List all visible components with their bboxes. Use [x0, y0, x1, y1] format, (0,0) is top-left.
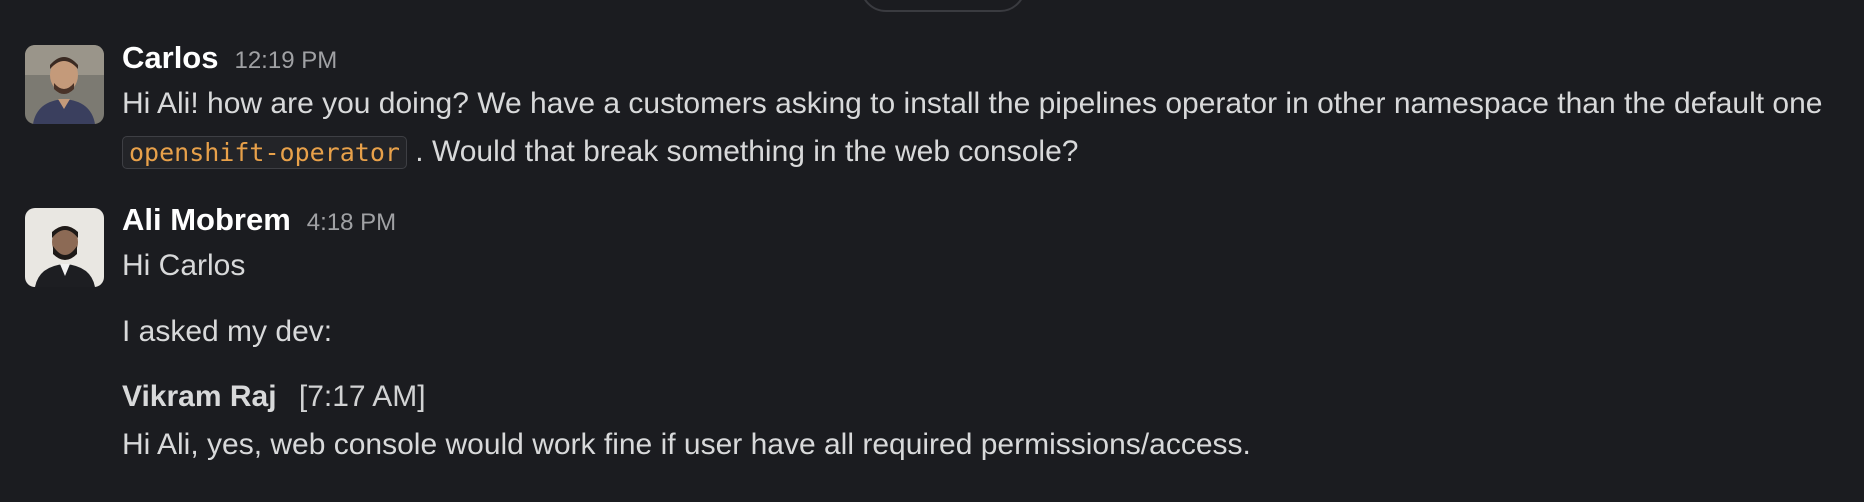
message-meta: Ali Mobrem 4:18 PM [122, 202, 1824, 242]
quote-text: Hi Ali, yes, web console would work fine… [122, 428, 1251, 461]
message-text: Hi Ali! how are you doing? We have a cus… [122, 80, 1824, 177]
message-line: I asked my dev: [122, 315, 333, 348]
message-content: Ali Mobrem 4:18 PM Hi Carlos I asked my … [122, 202, 1824, 469]
quote-author: Vikram Raj [122, 380, 277, 413]
quote-meta: Vikram Raj [7:17 AM] [122, 373, 1824, 421]
quote-time: [7:17 AM] [298, 380, 426, 413]
new-messages-pill[interactable] [860, 0, 1026, 12]
author-name[interactable]: Ali Mobrem [122, 202, 291, 238]
message-content: Carlos 12:19 PM Hi Ali! how are you doin… [122, 40, 1824, 177]
inline-code: openshift-operator [122, 136, 407, 169]
avatar-carlos[interactable] [25, 45, 104, 124]
message-text-part: . Would that break something in the web … [406, 135, 1079, 168]
message-line: Hi Carlos [122, 249, 246, 282]
quoted-message: Vikram Raj [7:17 AM] Hi Ali, yes, web co… [122, 373, 1824, 469]
message-meta: Carlos 12:19 PM [122, 40, 1824, 80]
message-text-part: Hi Ali! how are you doing? We have a cus… [122, 87, 1823, 120]
avatar-ali-mobrem[interactable] [25, 208, 104, 287]
author-name[interactable]: Carlos [122, 40, 218, 76]
message-timestamp[interactable]: 12:19 PM [234, 47, 337, 75]
message-timestamp[interactable]: 4:18 PM [307, 209, 396, 237]
